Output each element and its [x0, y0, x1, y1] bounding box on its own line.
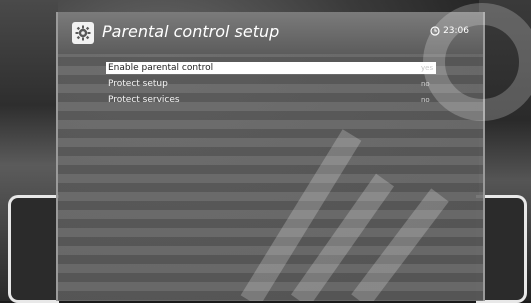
menu-item-label: Protect services [108, 95, 180, 105]
settings-menu: Enable parental control yes Protect setu… [106, 62, 436, 110]
menu-item-label: Protect setup [108, 79, 168, 89]
left-bezel [8, 195, 59, 303]
menu-item-value: no [421, 80, 430, 88]
clock-time: 23:06 [443, 26, 469, 36]
menu-item-enable-parental-control[interactable]: Enable parental control yes [106, 62, 436, 74]
menu-item-protect-setup[interactable]: Protect setup no [106, 78, 436, 90]
panel-header: Parental control setup 23:06 [58, 12, 483, 54]
page-title: Parental control setup [102, 22, 280, 41]
menu-item-protect-services[interactable]: Protect services no [106, 94, 436, 106]
menu-item-label: Enable parental control [108, 63, 214, 73]
menu-item-value: yes [421, 64, 434, 72]
clock-icon [430, 26, 440, 36]
osd-panel: Parental control setup 23:06 Enable pare… [56, 12, 485, 301]
clock: 23:06 [430, 26, 469, 36]
gear-icon [72, 22, 94, 44]
menu-item-value: no [421, 96, 430, 104]
